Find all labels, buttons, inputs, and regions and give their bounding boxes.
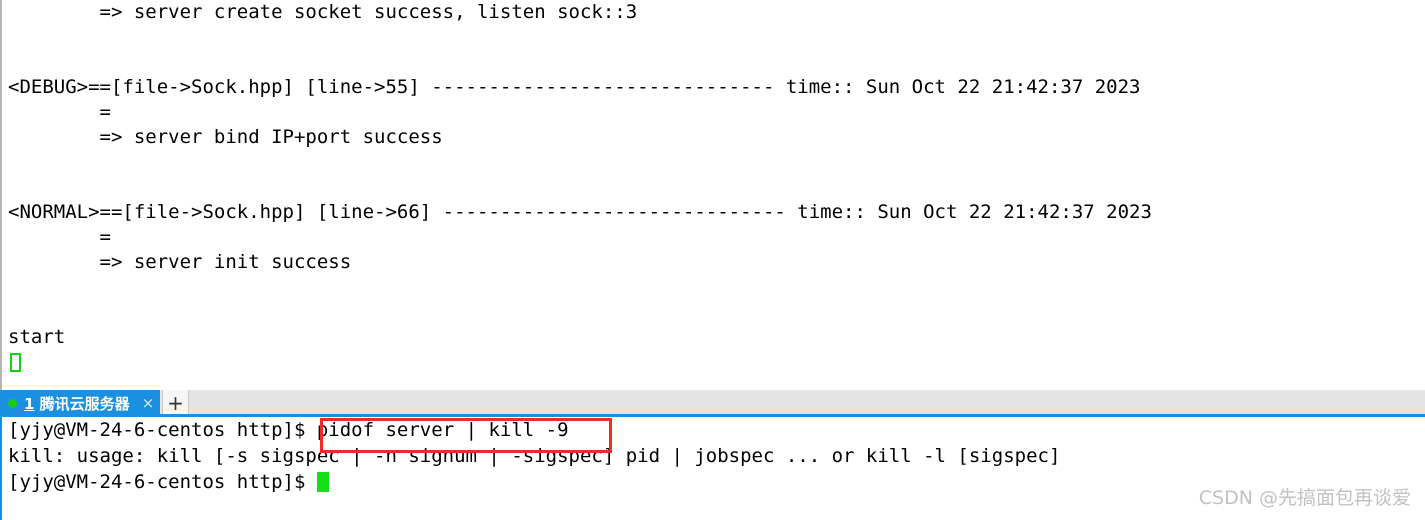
text-cursor-outline-icon [10,353,21,372]
terminal-log-line: => server create socket success, listen … [8,1,638,23]
command-output-line: kill: usage: kill [-s sigspec | -n signu… [8,445,1061,467]
terminal-log-line-debug: <DEBUG>==[file->Sock.hpp] [line->55] ---… [8,76,1141,98]
terminal-log-line [2,25,1425,50]
upper-terminal-pane[interactable]: => server create socket success, listen … [0,0,1425,390]
shell-prompt: [yjy@VM-24-6-centos http]$ [8,471,317,493]
terminal-log-line-normal: <NORMAL>==[file->Sock.hpp] [line->66] --… [8,201,1152,223]
terminal-log-line [2,275,1425,300]
terminal-log-line: = [8,226,111,248]
terminal-log-line-start: start [8,326,66,348]
tab-index: 1 [24,394,35,413]
connection-status-dot-icon [8,398,17,408]
command-prompt-line: [yjy@VM-24-6-centos http]$ pidof server … [2,417,1425,443]
terminal-tab-bar: 1 腾讯云服务器 × + [0,390,1425,417]
terminal-log-line [2,175,1425,200]
terminal-log-line: = [8,101,111,123]
terminal-log-line: => server init success [8,251,352,273]
close-icon[interactable]: × [142,395,155,411]
tab-tencent-cloud-server[interactable]: 1 腾讯云服务器 × [0,390,161,416]
terminal-log-line: => server bind IP+port success [8,126,443,148]
typed-command[interactable]: pidof server | kill -9 [317,419,569,441]
terminal-log-line [2,150,1425,175]
upper-terminal-cursor-row [2,350,1425,375]
watermark-text: CSDN @先搞面包再谈爱 [1198,487,1411,509]
tab-title: 腾讯云服务器 [39,394,130,413]
tab-label: 1 腾讯云服务器 [24,393,130,414]
terminal-log-line [2,300,1425,325]
terminal-log-line [2,50,1425,75]
text-cursor-block-icon [316,472,329,492]
new-tab-button[interactable]: + [162,390,189,416]
shell-prompt: [yjy@VM-24-6-centos http]$ [8,419,317,441]
